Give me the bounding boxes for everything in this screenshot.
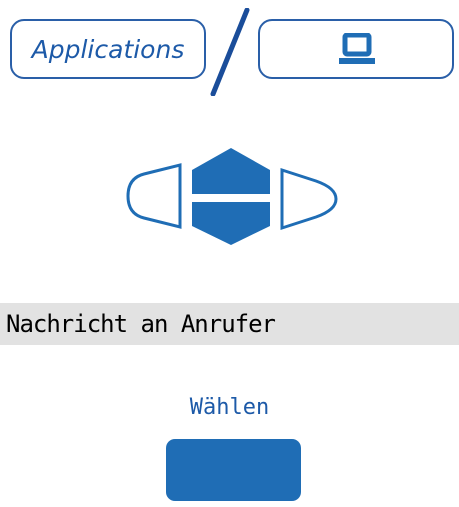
nav-down-key[interactable]	[192, 202, 270, 245]
divider-slash	[210, 8, 250, 96]
nav-left-arrow[interactable]	[126, 163, 182, 229]
nav-right-arrow[interactable]	[280, 167, 338, 231]
applications-label: Applications	[31, 34, 185, 64]
applications-button[interactable]: Applications	[10, 19, 206, 79]
display-message-text: Nachricht an Anrufer	[6, 310, 276, 338]
select-key[interactable]	[166, 439, 301, 501]
nav-up-key[interactable]	[192, 148, 270, 194]
display-message-bar: Nachricht an Anrufer	[0, 303, 459, 345]
navigation-key[interactable]	[124, 148, 338, 246]
select-key-label: Wählen	[189, 395, 270, 420]
desktop-computer-icon	[339, 33, 375, 64]
screen-button[interactable]	[258, 19, 454, 79]
